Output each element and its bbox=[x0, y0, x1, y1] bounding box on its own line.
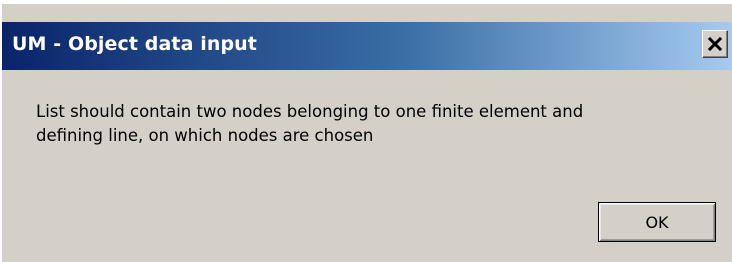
close-button[interactable] bbox=[702, 30, 728, 58]
message-dialog: UM - Object data input List should conta… bbox=[0, 0, 732, 262]
message-line-1: List should contain two nodes belonging … bbox=[36, 102, 584, 121]
close-icon bbox=[708, 37, 722, 51]
message-text: List should contain two nodes belonging … bbox=[36, 100, 706, 148]
dialog-body: List should contain two nodes belonging … bbox=[2, 70, 732, 262]
message-line-2: defining line, on which nodes are chosen bbox=[36, 126, 374, 145]
window-title: UM - Object data input bbox=[12, 33, 257, 55]
title-bar[interactable]: UM - Object data input bbox=[2, 22, 732, 70]
ok-button[interactable]: OK bbox=[598, 202, 716, 242]
